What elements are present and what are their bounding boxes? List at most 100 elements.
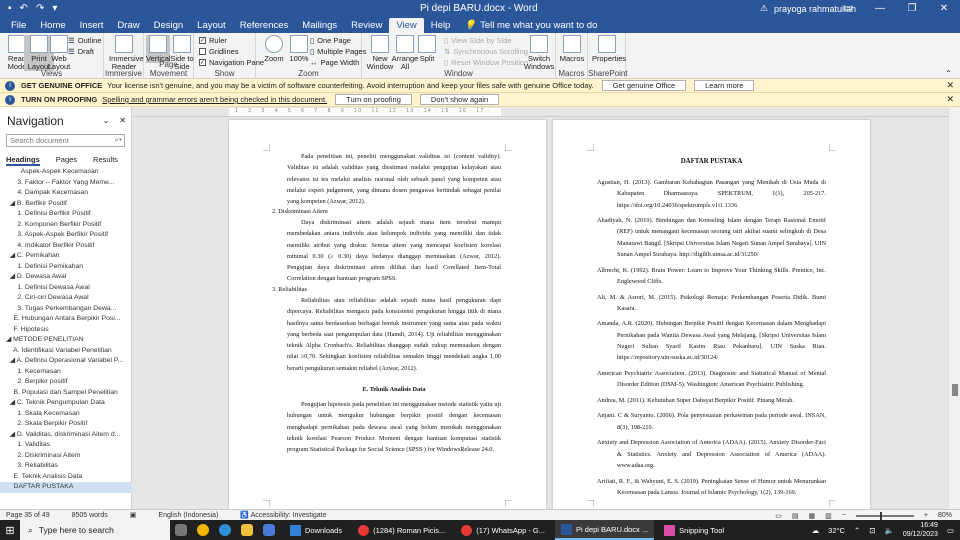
vertical-button[interactable]: Vertical: [146, 35, 171, 63]
zoom-out-icon[interactable]: −: [842, 512, 846, 519]
multiple-pages-button[interactable]: ▯ Multiple Pages: [310, 47, 366, 56]
taskbar-app-snipping[interactable]: Snipping Tool: [658, 520, 730, 540]
proofing-icon[interactable]: ▣: [130, 511, 137, 519]
page-counter[interactable]: Page 35 of 49: [6, 512, 50, 519]
split-button[interactable]: Split: [414, 35, 440, 63]
nav-heading-item[interactable]: ◢ C. Teknik Pengumpulan Data: [0, 398, 132, 409]
nav-heading-item[interactable]: DAFTAR PUSTAKA: [0, 482, 132, 493]
search-document-input[interactable]: Search document ⌕▾: [6, 134, 125, 147]
accessibility-status[interactable]: ♿ Accessibility: Investigate: [240, 511, 326, 519]
nav-heading-item[interactable]: 2. Diskriminasi Aitem: [0, 451, 132, 462]
language-indicator[interactable]: English (Indonesia): [158, 512, 218, 519]
explorer-icon[interactable]: [236, 520, 258, 540]
vertical-scrollbar[interactable]: [948, 107, 960, 509]
close-icon[interactable]: ✕: [119, 116, 126, 125]
undo-button[interactable]: ↶: [20, 3, 28, 14]
media-player-icon[interactable]: [258, 520, 280, 540]
taskbar-app-downloads[interactable]: Downloads: [284, 520, 348, 540]
tab-headings[interactable]: Headings: [6, 155, 40, 166]
tab-view[interactable]: View: [389, 18, 424, 33]
document-page-left[interactable]: Pada penelitian ini, peneliti menggunaka…: [229, 120, 546, 509]
chrome-icon[interactable]: [192, 520, 214, 540]
nav-heading-item[interactable]: 2. Berpikir positif: [0, 377, 132, 388]
nav-heading-item[interactable]: 1. Definisi Pemikahan: [0, 262, 132, 273]
nav-heading-item[interactable]: 1. Definisi Dewasa Awal: [0, 283, 132, 294]
nav-heading-item[interactable]: Aspek-Aspek Kecemasan: [0, 167, 132, 178]
nav-heading-item[interactable]: ◢ D. Validitas, diskriminasi Aitem d...: [0, 430, 132, 441]
nav-heading-item[interactable]: 1. Definisi Berfikir Positif: [0, 209, 132, 220]
nav-heading-item[interactable]: ◢ D. Dewasa Awal: [0, 272, 132, 283]
network-icon[interactable]: ⊡: [869, 526, 875, 535]
tab-home[interactable]: Home: [33, 18, 72, 33]
chevron-up-icon[interactable]: ⌃: [854, 526, 860, 535]
nav-heading-item[interactable]: 4. Dampak Kecemasan: [0, 188, 132, 199]
nav-heading-item[interactable]: A. Identifikasi Variabel Penelitian: [0, 346, 132, 357]
print-layout-view-icon[interactable]: ▦: [809, 512, 816, 520]
nav-heading-item[interactable]: ◢ METODE PENELITIAN: [0, 335, 132, 346]
nav-heading-item[interactable]: E. Hubungan Antara Berpikir Posi...: [0, 314, 132, 325]
taskbar-search[interactable]: ⌕ Type here to search: [20, 520, 170, 540]
minimize-button[interactable]: —: [864, 0, 896, 17]
nav-heading-item[interactable]: ◢ B. Berfikir Positif: [0, 199, 132, 210]
volume-icon[interactable]: 🔈: [885, 526, 894, 535]
tab-design[interactable]: Design: [147, 18, 191, 33]
document-page-right[interactable]: DAFTAR PUSTAKA Agustian, H. (2013). Gamb…: [553, 120, 870, 509]
nav-heading-item[interactable]: F. Hipotesis: [0, 325, 132, 336]
tab-references[interactable]: References: [233, 18, 296, 33]
close-icon[interactable]: ✕: [946, 94, 954, 105]
edge-icon[interactable]: [214, 520, 236, 540]
nav-heading-item[interactable]: ◢ C. Pemikahan: [0, 251, 132, 262]
gridlines-checkbox[interactable]: Gridlines: [199, 47, 239, 56]
nav-heading-item[interactable]: 2. Skala Berpikir Positif: [0, 419, 132, 430]
nav-heading-item[interactable]: 1. Skala Kecemasan: [0, 409, 132, 420]
weather-icon[interactable]: ☁: [812, 526, 820, 535]
windows-start-icon[interactable]: ⊞: [0, 524, 20, 537]
tab-results[interactable]: Results: [93, 155, 118, 166]
macros-button[interactable]: Macros: [557, 35, 587, 63]
zoom-level[interactable]: 80%: [938, 512, 952, 519]
tab-draw[interactable]: Draw: [110, 18, 146, 33]
notification-icon[interactable]: ▭: [947, 526, 954, 535]
nav-heading-item[interactable]: 3. Aspek-Aspek Berfikir Positif: [0, 230, 132, 241]
nav-heading-item[interactable]: 4. Indikator Berfikir Positif: [0, 241, 132, 252]
nav-heading-item[interactable]: 2. Ciri-ciri Dewasa Awal: [0, 293, 132, 304]
outline-button[interactable]: ☰ Outline: [68, 36, 102, 45]
nav-heading-item[interactable]: 2. Komponen Berfikir Positif: [0, 220, 132, 231]
view-side-by-side-button[interactable]: ▯ View Side by Side: [444, 36, 511, 45]
pane-options-icon[interactable]: ⌄: [103, 116, 110, 125]
nav-heading-item[interactable]: B. Populasi dan Sampel Penelitian: [0, 388, 132, 399]
web-layout-view-icon[interactable]: ▥: [825, 512, 832, 520]
redo-button[interactable]: ↷: [36, 3, 44, 14]
tab-layout[interactable]: Layout: [190, 18, 233, 33]
tab-insert[interactable]: Insert: [73, 18, 111, 33]
nav-heading-item[interactable]: 3. Faktor – Faktor Yang Meme...: [0, 178, 132, 189]
one-page-button[interactable]: ▯ One Page: [310, 36, 351, 45]
immersive-reader-button[interactable]: Immersive Reader: [109, 35, 144, 71]
word-count[interactable]: 8505 words: [72, 512, 108, 519]
tab-pages[interactable]: Pages: [56, 155, 77, 166]
nav-heading-item[interactable]: 1. Kecemasan: [0, 367, 132, 378]
page-width-button[interactable]: ↔ Page Width: [310, 58, 359, 67]
zoom-slider-thumb[interactable]: [879, 511, 882, 520]
temperature[interactable]: 32°C: [828, 526, 845, 535]
close-button[interactable]: ✕: [928, 0, 960, 17]
properties-button[interactable]: Properties: [592, 35, 626, 63]
get-genuine-office-button[interactable]: Get genuine Office: [601, 80, 687, 91]
read-mode-view-icon[interactable]: ▤: [792, 512, 799, 520]
taskbar-app-word[interactable]: Pi depi BARU.docx ...: [555, 520, 655, 540]
nav-heading-item[interactable]: 1. Validitas: [0, 440, 132, 451]
zoom-in-icon[interactable]: +: [924, 512, 928, 519]
search-icon[interactable]: ⌕▾: [115, 135, 122, 145]
ruler-checkbox[interactable]: ✓ Ruler: [199, 36, 227, 45]
taskbar-app-whatsapp[interactable]: (17) WhatsApp - G...: [455, 520, 551, 540]
tab-help[interactable]: Help: [424, 18, 458, 33]
bar-message[interactable]: Spelling and grammar errors aren't being…: [102, 95, 327, 104]
clock[interactable]: 16:49 09/12/2023: [903, 521, 938, 539]
zoom-slider[interactable]: [855, 511, 914, 520]
task-view-icon[interactable]: [170, 520, 192, 540]
restore-button[interactable]: ❐: [896, 0, 928, 17]
nav-heading-item[interactable]: 3. Tugas Perkembangan Dewa...: [0, 304, 132, 315]
nav-heading-item[interactable]: 3. Reliabilitas: [0, 461, 132, 472]
learn-more-button[interactable]: Learn more: [694, 80, 755, 91]
synchronous-scrolling-button[interactable]: ⇅ Synchronous Scrolling: [444, 47, 528, 56]
